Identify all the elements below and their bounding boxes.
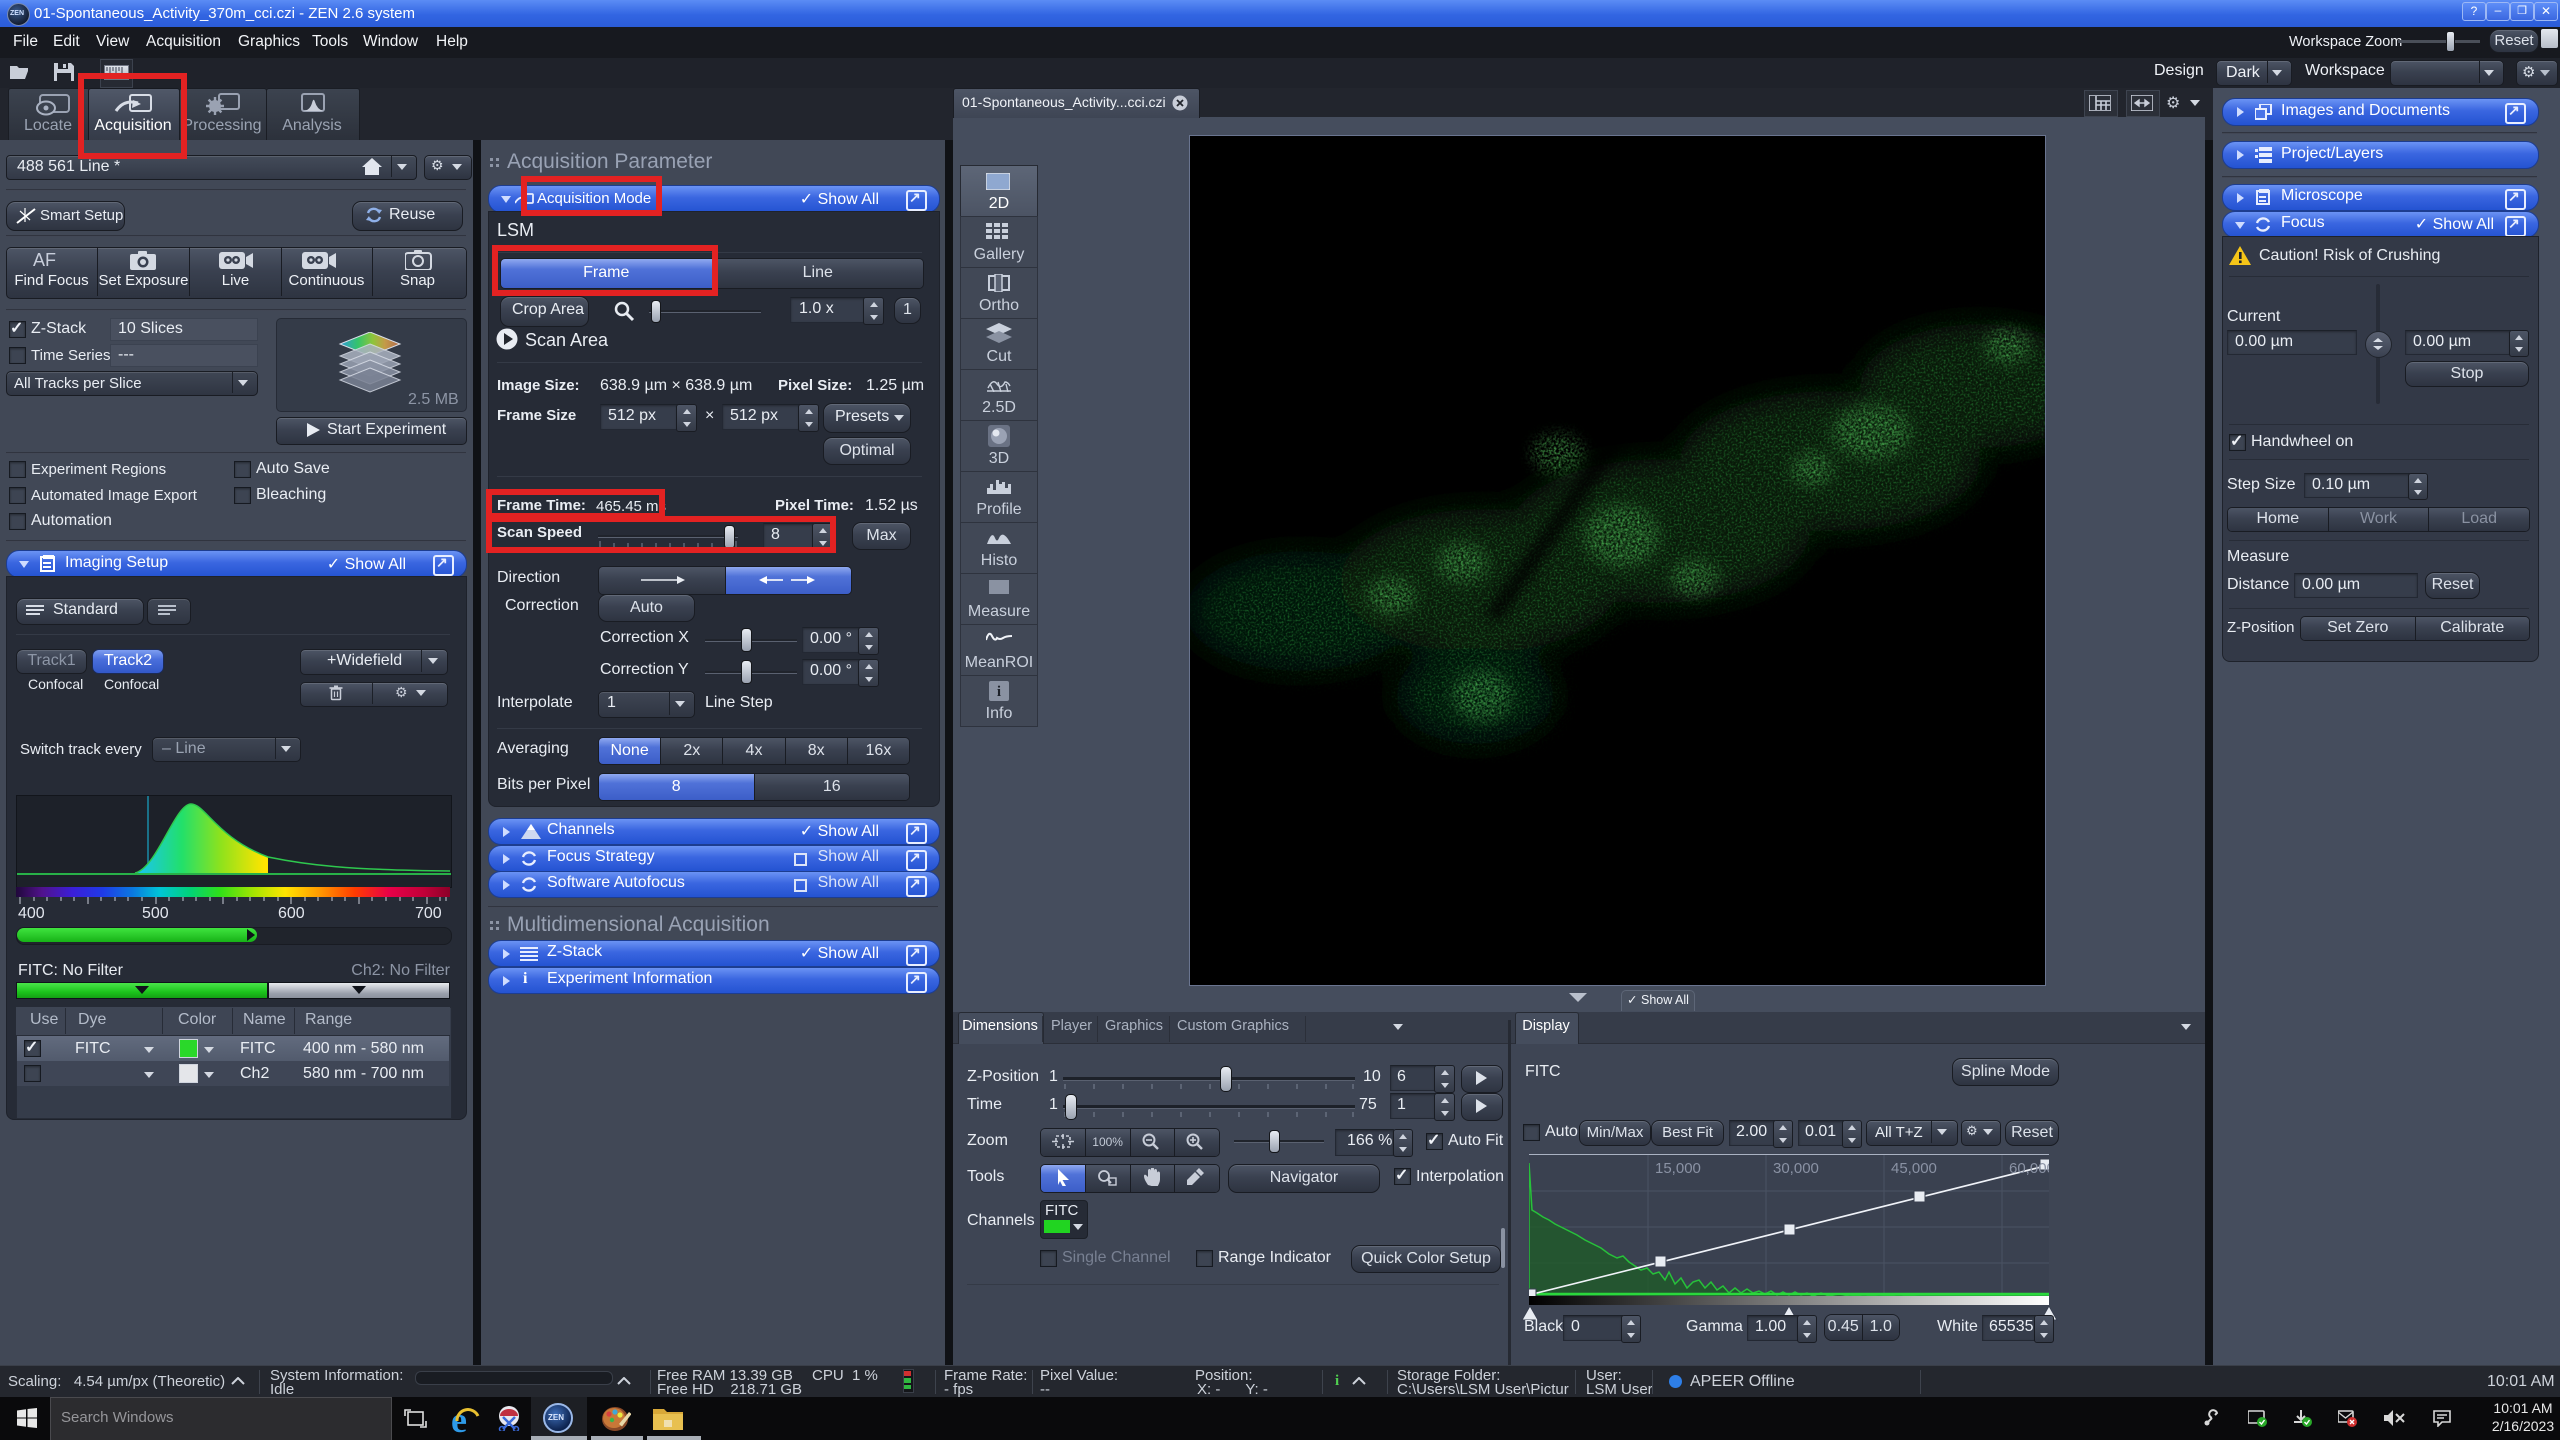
svg-text:i: i [997,684,1001,700]
svg-text:45,000: 45,000 [1891,1160,1937,1177]
svg-text:15,000: 15,000 [1655,1160,1701,1177]
svg-text:60,000: 60,000 [2009,1160,2049,1177]
svg-text:30,000: 30,000 [1773,1160,1819,1177]
